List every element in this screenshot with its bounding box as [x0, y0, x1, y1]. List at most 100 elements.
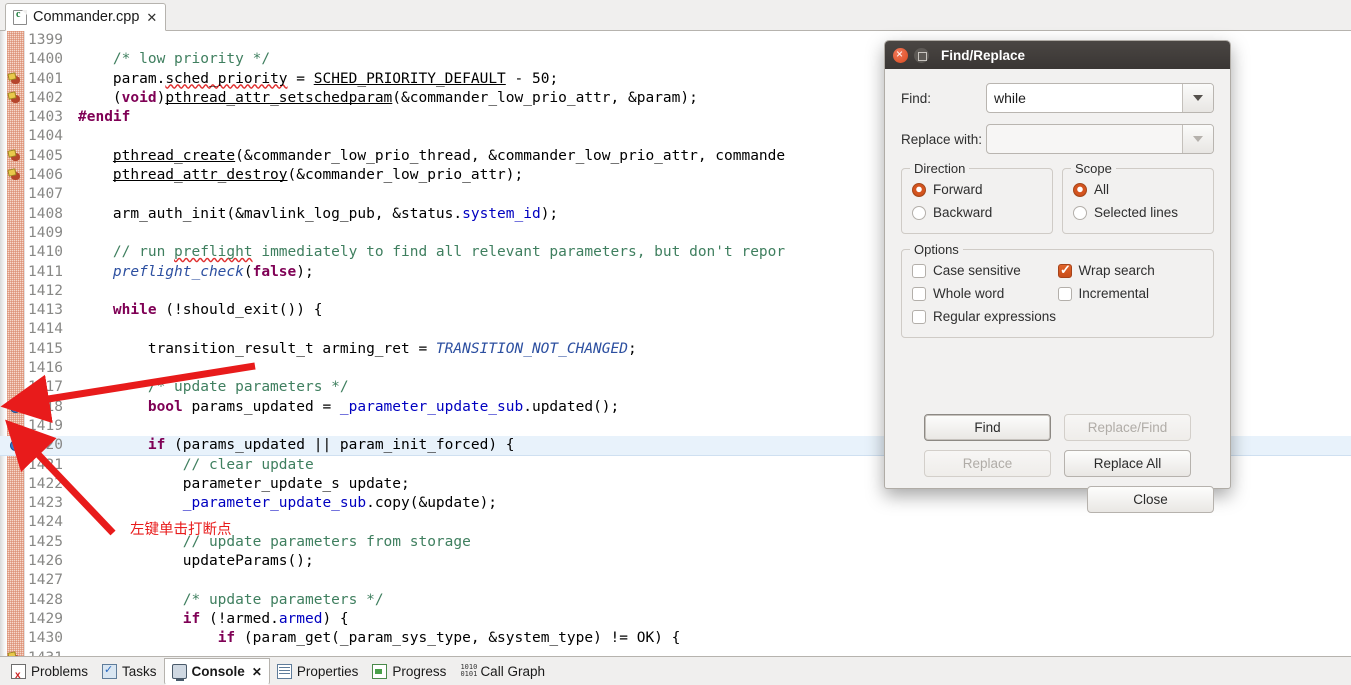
- dialog-title: Find/Replace: [941, 47, 1026, 63]
- code-line[interactable]: 1427: [0, 571, 1351, 590]
- line-number: 1403: [28, 109, 63, 126]
- code-text: while (!should_exit()) {: [112, 302, 323, 319]
- radio-selected-lines[interactable]: Selected lines: [1073, 201, 1203, 224]
- code-line[interactable]: 1429 if (!armed.armed) {: [0, 610, 1351, 629]
- radio-indicator[interactable]: [912, 182, 926, 197]
- dialog-title-bar[interactable]: Find/Replace: [885, 41, 1230, 69]
- line-number: 1402: [28, 89, 63, 106]
- line-number: 1421: [28, 456, 63, 473]
- radio-indicator[interactable]: [1073, 205, 1087, 220]
- line-number: 1426: [28, 553, 63, 570]
- checkbox-wrap-search[interactable]: Wrap search: [1057, 259, 1204, 282]
- options-group-title: Options: [910, 242, 963, 257]
- checkbox-incremental-label: Incremental: [1078, 286, 1150, 301]
- code-text: transition_result_t arming_ret = TRANSIT…: [78, 340, 637, 357]
- checkbox-indicator[interactable]: [912, 263, 926, 278]
- checkbox-indicator[interactable]: [912, 286, 926, 301]
- line-number: 1429: [28, 610, 63, 627]
- line-number: 1419: [28, 417, 63, 434]
- warning-bug-icon: [7, 71, 23, 87]
- bottom-tab-call-graph[interactable]: 1010 0101 Call Graph: [453, 658, 552, 685]
- bottom-tab-properties[interactable]: Properties: [270, 658, 366, 685]
- button-row-3: Close: [901, 486, 1214, 513]
- line-number: 1431: [28, 649, 70, 657]
- progress-icon: [372, 664, 388, 679]
- checkbox-indicator[interactable]: [1057, 286, 1072, 301]
- warning-bug-icon: [7, 149, 23, 164]
- radio-indicator[interactable]: [1073, 182, 1087, 197]
- code-text: /* update parameters */: [147, 379, 349, 396]
- replace-find-button[interactable]: Replace/Find: [1064, 414, 1191, 441]
- replace-field-row: Replace with:: [901, 124, 1214, 154]
- code-text: /* update parameters */: [182, 591, 384, 608]
- editor-tab-label: Commander.cpp: [33, 9, 140, 25]
- editor-tab-commander-cpp[interactable]: Commander.cpp ✕: [5, 3, 167, 31]
- find-input[interactable]: [987, 84, 1182, 112]
- replace-button[interactable]: Replace: [924, 450, 1051, 477]
- checkbox-whole-word[interactable]: Whole word: [912, 282, 1058, 305]
- radio-forward[interactable]: Forward: [912, 178, 1042, 201]
- checkbox-indicator[interactable]: [1057, 262, 1072, 278]
- direction-group: Direction Forward Backward: [901, 161, 1053, 234]
- code-text: pthread_create(&commander_low_prio_threa…: [112, 147, 786, 164]
- line-number: 1406: [28, 167, 63, 184]
- checkbox-case-sensitive[interactable]: Case sensitive: [912, 259, 1058, 282]
- button-row-2: Replace Replace All: [901, 450, 1214, 477]
- code-text: /* low priority */: [112, 51, 271, 68]
- bottom-tab-progress[interactable]: Progress: [365, 658, 453, 685]
- find-combo[interactable]: [986, 83, 1214, 113]
- radio-all[interactable]: All: [1073, 178, 1203, 201]
- maximize-window-button[interactable]: [914, 47, 929, 63]
- checkbox-indicator[interactable]: [912, 309, 926, 324]
- radio-backward[interactable]: Backward: [912, 201, 1042, 224]
- code-text: preflight_check(false);: [112, 263, 314, 280]
- editor-tab-bar: Commander.cpp ✕: [0, 0, 1351, 31]
- code-text: if (!armed.armed) {: [182, 610, 349, 627]
- code-line[interactable]: 1430 if (param_get(_param_sys_type, &sys…: [0, 629, 1351, 648]
- code-line[interactable]: 1428 /* update parameters */: [0, 591, 1351, 610]
- bottom-tab-problems[interactable]: Problems: [4, 658, 95, 685]
- dialog-body: Find: Replace with:: [885, 69, 1230, 513]
- line-number: 1408: [28, 205, 63, 222]
- code-line[interactable]: 1426 updateParams();: [0, 552, 1351, 571]
- find-dropdown-button[interactable]: [1182, 84, 1213, 112]
- checkbox-incremental[interactable]: Incremental: [1057, 282, 1204, 305]
- dialog-buttons: Find Replace/Find Replace Replace All Cl…: [901, 414, 1214, 522]
- tasks-icon: [102, 663, 118, 679]
- checkbox-regular-expressions[interactable]: Regular expressions: [912, 305, 1203, 328]
- code-line[interactable]: 1431: [0, 649, 1351, 657]
- bottom-tab-label: Progress: [392, 664, 447, 679]
- code-text: #endif: [78, 109, 131, 126]
- chevron-down-icon: [1193, 136, 1203, 142]
- close-button[interactable]: Close: [1087, 486, 1214, 513]
- replace-all-button[interactable]: Replace All: [1064, 450, 1191, 477]
- radio-indicator[interactable]: [912, 205, 926, 220]
- find-replace-dialog[interactable]: Find/Replace Find: Replace with:: [884, 40, 1231, 513]
- code-text: bool params_updated = _parameter_update_…: [147, 398, 620, 415]
- line-number: 1399: [28, 32, 63, 48]
- code-text: // run preflight immediately to find all…: [112, 244, 786, 261]
- bottom-tab-console[interactable]: Console ✕: [163, 658, 270, 685]
- line-number: 1420: [28, 437, 63, 454]
- line-number: 1418: [28, 398, 63, 415]
- code-text: (void)pthread_attr_setschedparam(&comman…: [78, 89, 698, 106]
- close-icon[interactable]: ✕: [252, 665, 262, 679]
- code-text: updateParams();: [78, 553, 314, 570]
- replace-combo[interactable]: [986, 124, 1214, 154]
- breakpoint-icon[interactable]: [10, 401, 21, 413]
- replace-input[interactable]: [987, 125, 1182, 153]
- line-number: 1415: [28, 340, 63, 357]
- bottom-tab-tasks[interactable]: Tasks: [95, 658, 164, 685]
- properties-icon: [276, 664, 292, 679]
- replace-dropdown-button[interactable]: [1182, 125, 1213, 153]
- replace-label: Replace with:: [901, 131, 983, 147]
- breakpoint-icon[interactable]: [10, 440, 21, 452]
- close-window-button[interactable]: [893, 46, 908, 63]
- code-text: pthread_attr_destroy(&commander_low_prio…: [112, 167, 524, 184]
- line-number: 1425: [28, 533, 63, 550]
- find-button[interactable]: Find: [924, 414, 1051, 441]
- close-icon[interactable]: ✕: [146, 11, 157, 24]
- find-label: Find:: [901, 90, 932, 106]
- line-number: 1410: [28, 244, 63, 261]
- line-number: 1411: [28, 263, 63, 280]
